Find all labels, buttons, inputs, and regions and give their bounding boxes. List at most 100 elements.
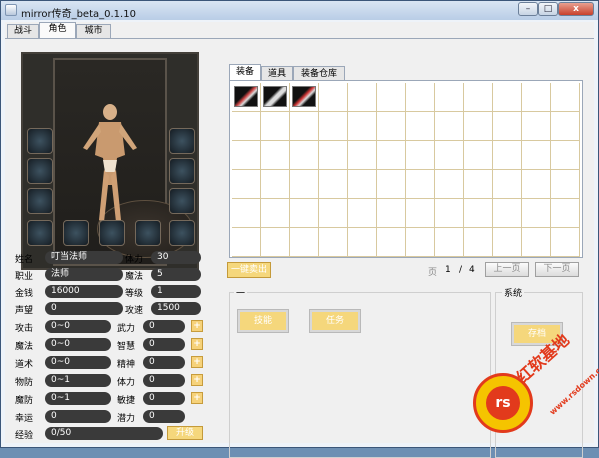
inventory-slot[interactable] xyxy=(232,83,261,112)
inventory-slot[interactable] xyxy=(232,170,261,199)
equip-slot-bracelet-right[interactable] xyxy=(169,158,195,184)
inventory-slot[interactable] xyxy=(290,112,319,141)
equip-slot-belt[interactable] xyxy=(63,220,89,246)
sell-all-button[interactable]: 一键卖出 xyxy=(227,262,271,278)
inventory-slot[interactable] xyxy=(348,199,377,228)
inventory-slot[interactable] xyxy=(464,83,493,112)
inventory-slot[interactable] xyxy=(348,141,377,170)
inventory-slot[interactable] xyxy=(261,199,290,228)
tab-character[interactable]: 角色 xyxy=(39,22,76,39)
inventory-slot[interactable] xyxy=(551,141,580,170)
inventory-slot[interactable] xyxy=(377,83,406,112)
inventory-slot[interactable] xyxy=(377,170,406,199)
inventory-slot[interactable] xyxy=(435,112,464,141)
inventory-slot[interactable] xyxy=(290,199,319,228)
inventory-slot[interactable] xyxy=(551,83,580,112)
minimize-button[interactable]: – xyxy=(518,2,538,16)
inventory-slot[interactable] xyxy=(232,112,261,141)
equip-slot-gem[interactable] xyxy=(99,220,125,246)
tab-equipment[interactable]: 装备 xyxy=(229,64,261,81)
inventory-slot[interactable] xyxy=(348,228,377,257)
tab-city[interactable]: 城市 xyxy=(76,24,111,38)
equip-slot-ring-left[interactable] xyxy=(27,188,53,214)
inventory-slot[interactable] xyxy=(319,83,348,112)
inventory-slot[interactable] xyxy=(464,112,493,141)
tab-items[interactable]: 道具 xyxy=(261,66,293,81)
inventory-slot[interactable] xyxy=(290,83,319,112)
equip-slot-medal[interactable] xyxy=(27,220,53,246)
inventory-slot[interactable] xyxy=(522,83,551,112)
inventory-slot[interactable] xyxy=(261,112,290,141)
add-agility-button[interactable]: + xyxy=(191,392,203,404)
inventory-slot[interactable] xyxy=(493,170,522,199)
inventory-slot[interactable] xyxy=(319,170,348,199)
helmet-icon[interactable] xyxy=(292,86,316,107)
title-bar[interactable]: mirror传奇_beta_0.1.10 – □ x xyxy=(1,1,598,20)
inventory-slot[interactable] xyxy=(493,199,522,228)
inventory-slot[interactable] xyxy=(348,112,377,141)
inventory-slot[interactable] xyxy=(464,199,493,228)
maximize-button[interactable]: □ xyxy=(538,2,558,16)
quest-button[interactable]: 任务 xyxy=(309,309,361,333)
inventory-slot[interactable] xyxy=(319,199,348,228)
inventory-slot[interactable] xyxy=(348,83,377,112)
inventory-slot[interactable] xyxy=(493,141,522,170)
armor-icon[interactable] xyxy=(263,86,287,107)
inventory-slot[interactable] xyxy=(261,170,290,199)
inventory-slot[interactable] xyxy=(261,141,290,170)
inventory-slot[interactable] xyxy=(493,112,522,141)
inventory-slot[interactable] xyxy=(551,170,580,199)
inventory-slot[interactable] xyxy=(551,199,580,228)
inventory-slot[interactable] xyxy=(435,228,464,257)
inventory-slot[interactable] xyxy=(464,141,493,170)
upgrade-button[interactable]: 升级 xyxy=(167,426,203,440)
add-strength-button[interactable]: + xyxy=(191,320,203,332)
inventory-slot[interactable] xyxy=(290,141,319,170)
inventory-slot[interactable] xyxy=(377,112,406,141)
inventory-slot[interactable] xyxy=(261,228,290,257)
skill-button[interactable]: 技能 xyxy=(237,309,289,333)
sword-icon[interactable] xyxy=(234,86,258,107)
inventory-slot[interactable] xyxy=(551,112,580,141)
inventory-slot[interactable] xyxy=(406,170,435,199)
equip-slot-ring-right[interactable] xyxy=(169,188,195,214)
tab-battle[interactable]: 战斗 xyxy=(7,24,39,38)
inventory-slot[interactable] xyxy=(435,141,464,170)
inventory-slot[interactable] xyxy=(464,170,493,199)
inventory-slot[interactable] xyxy=(435,170,464,199)
inventory-slot[interactable] xyxy=(522,199,551,228)
inventory-slot[interactable] xyxy=(522,170,551,199)
prev-page-button[interactable]: 上一页 xyxy=(485,262,529,277)
inventory-slot[interactable] xyxy=(232,141,261,170)
inventory-slot[interactable] xyxy=(493,83,522,112)
inventory-slot[interactable] xyxy=(522,141,551,170)
tab-equipment-storage[interactable]: 装备仓库 xyxy=(293,66,345,81)
inventory-slot[interactable] xyxy=(319,228,348,257)
inventory-slot[interactable] xyxy=(406,228,435,257)
inventory-slot[interactable] xyxy=(406,83,435,112)
close-button[interactable]: x xyxy=(558,2,594,16)
next-page-button[interactable]: 下一页 xyxy=(535,262,579,277)
inventory-slot[interactable] xyxy=(522,112,551,141)
inventory-slot[interactable] xyxy=(261,83,290,112)
add-spirit-button[interactable]: + xyxy=(191,356,203,368)
inventory-slot[interactable] xyxy=(290,170,319,199)
inventory-slot[interactable] xyxy=(319,112,348,141)
inventory-slot[interactable] xyxy=(290,228,319,257)
inventory-slot[interactable] xyxy=(406,112,435,141)
equip-slot-bracelet-left[interactable] xyxy=(27,158,53,184)
inventory-slot[interactable] xyxy=(406,141,435,170)
inventory-slot[interactable] xyxy=(493,228,522,257)
inventory-slot[interactable] xyxy=(377,141,406,170)
inventory-slot[interactable] xyxy=(522,228,551,257)
inventory-slot[interactable] xyxy=(464,228,493,257)
equip-slot-boots[interactable] xyxy=(169,220,195,246)
inventory-slot[interactable] xyxy=(232,199,261,228)
equip-slot-charm[interactable] xyxy=(135,220,161,246)
equip-slot-helmet[interactable] xyxy=(169,128,195,154)
inventory-slot[interactable] xyxy=(232,228,261,257)
add-wisdom-button[interactable]: + xyxy=(191,338,203,350)
inventory-slot[interactable] xyxy=(435,83,464,112)
inventory-slot[interactable] xyxy=(551,228,580,257)
inventory-slot[interactable] xyxy=(319,141,348,170)
